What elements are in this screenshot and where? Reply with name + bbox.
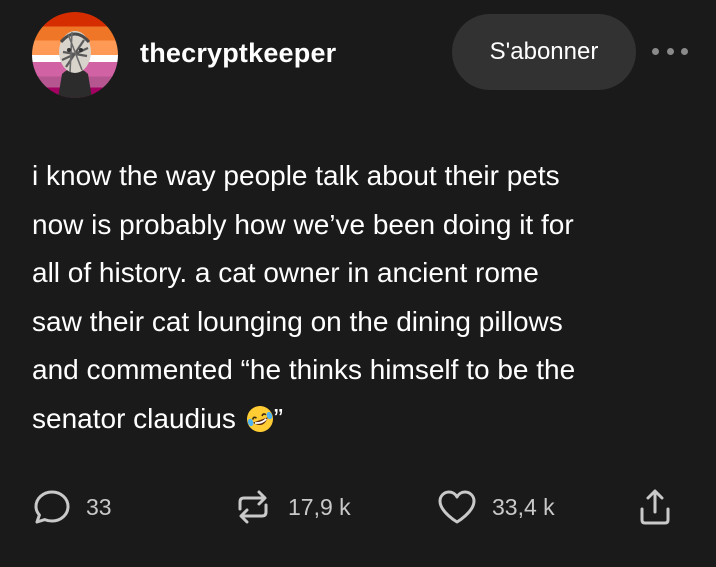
comment-bubble-icon xyxy=(34,490,70,524)
share-icon xyxy=(640,489,670,525)
post-text-last-line: senator claudius ” xyxy=(32,395,692,444)
share-button[interactable] xyxy=(635,482,675,532)
closing-quote: ” xyxy=(273,402,284,434)
post-text-line: now is probably how we’ve been doing it … xyxy=(32,208,574,240)
post-text: i know the way people talk about their p… xyxy=(32,152,692,443)
like-count: 33,4 k xyxy=(492,493,555,520)
follow-button[interactable]: S'abonner xyxy=(452,14,636,90)
avatar-portrait-icon xyxy=(58,31,92,98)
reblog-icon xyxy=(238,490,268,524)
laughing-emoji-icon xyxy=(246,405,273,432)
reblog-count: 17,9 k xyxy=(288,493,351,520)
post-text-line: and commented “he thinks himself to be t… xyxy=(32,354,576,385)
more-dot xyxy=(652,47,659,55)
comment-count: 33 xyxy=(86,493,112,520)
post-actions-bar: 33 17,9 k 33,4 k xyxy=(32,482,692,532)
more-dot xyxy=(681,47,688,55)
avatar[interactable] xyxy=(32,12,118,98)
post-text-line: saw their cat lounging on the dining pil… xyxy=(32,305,563,337)
post-header: thecryptkeeper S'abonner xyxy=(32,12,692,98)
post-text-line: i know the way people talk about their p… xyxy=(32,160,560,191)
author-username[interactable]: thecryptkeeper xyxy=(140,38,336,69)
like-button[interactable]: 33,4 k xyxy=(436,482,555,532)
reblog-button[interactable]: 17,9 k xyxy=(232,482,351,532)
post-text-line: all of history. a cat owner in ancient r… xyxy=(32,257,539,288)
more-dot xyxy=(666,47,674,55)
heart-icon xyxy=(438,490,476,524)
comment-button[interactable]: 33 xyxy=(32,482,112,532)
more-options-button[interactable] xyxy=(652,38,688,64)
post-text-segment: senator claudius xyxy=(32,402,236,434)
